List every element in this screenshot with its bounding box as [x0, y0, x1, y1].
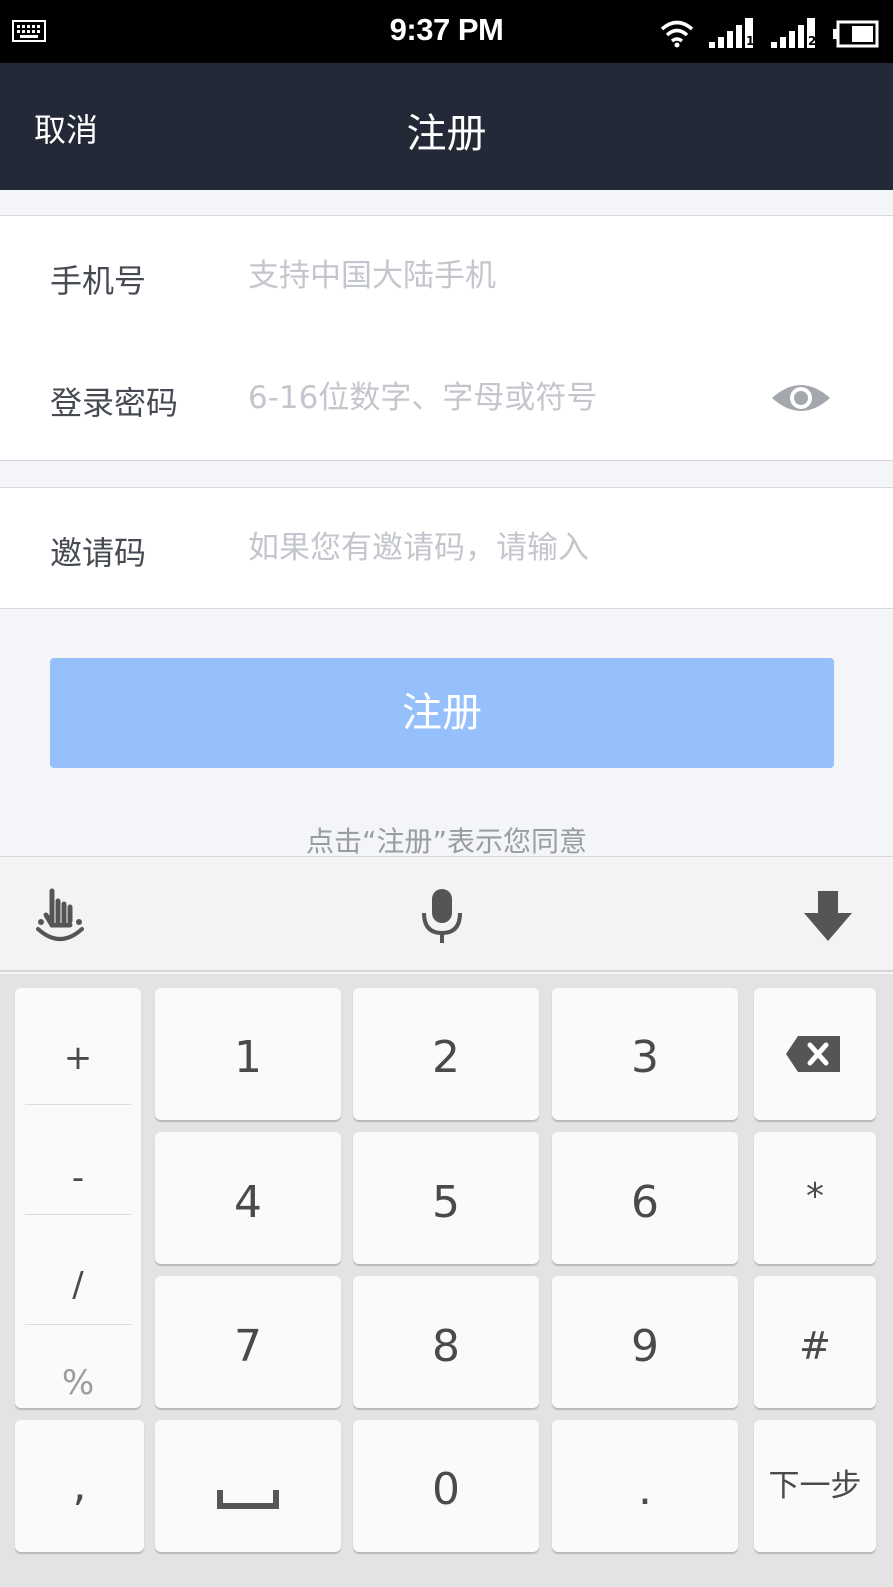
key-5[interactable]: 5: [353, 1132, 539, 1264]
password-label: 登录密码: [50, 384, 179, 422]
key-4[interactable]: 4: [155, 1132, 341, 1264]
nav-bar: 取消 注册: [0, 63, 893, 190]
next-key[interactable]: 下一步: [754, 1420, 876, 1552]
numeric-keyboard: + - / % 1 2 3 4 5 6 * 7 8 9 # , 0 . 下一步: [0, 974, 893, 1587]
key-2[interactable]: 2: [353, 988, 539, 1120]
svg-text:2: 2: [808, 34, 816, 48]
key-1[interactable]: 1: [155, 988, 341, 1120]
battery-icon: [833, 20, 879, 48]
key-comma[interactable]: ,: [15, 1420, 144, 1552]
key-6[interactable]: 6: [552, 1132, 738, 1264]
page-title: 注册: [406, 111, 487, 157]
key-percent[interactable]: %: [15, 1325, 141, 1430]
password-input[interactable]: [248, 368, 748, 428]
key-0[interactable]: 0: [353, 1420, 539, 1552]
password-row: 登录密码: [0, 338, 893, 460]
credentials-group: 手机号 登录密码: [0, 215, 893, 461]
keyboard-toolbar: [0, 856, 893, 972]
register-button[interactable]: 注册: [50, 658, 834, 768]
invite-row: 邀请码: [0, 488, 893, 610]
key-hash[interactable]: #: [754, 1276, 876, 1408]
key-8[interactable]: 8: [353, 1276, 539, 1408]
signal-sim1-icon: 1: [709, 18, 754, 48]
key-3[interactable]: 3: [552, 988, 738, 1120]
wifi-icon: [660, 20, 694, 48]
key-dot[interactable]: .: [552, 1420, 738, 1552]
eye-icon[interactable]: [770, 378, 832, 418]
invite-input[interactable]: [248, 518, 748, 578]
hide-keyboard-icon[interactable]: [800, 887, 856, 945]
key-slash[interactable]: /: [15, 1215, 141, 1320]
phone-label: 手机号: [50, 262, 147, 300]
space-icon: [217, 1490, 279, 1509]
invite-label: 邀请码: [50, 534, 147, 572]
microphone-icon[interactable]: [414, 887, 470, 945]
key-star[interactable]: *: [754, 1132, 876, 1264]
agreement-text: 点击“注册”表示您同意: [305, 825, 587, 856]
key-7[interactable]: 7: [155, 1276, 341, 1408]
space-key[interactable]: [155, 1420, 341, 1552]
key-9[interactable]: 9: [552, 1276, 738, 1408]
signal-sim2-icon: 2: [771, 18, 816, 48]
status-bar: 9:37 PM 1 2: [0, 0, 893, 63]
key-minus[interactable]: -: [15, 1105, 141, 1210]
phone-input[interactable]: [248, 246, 748, 306]
handwriting-icon[interactable]: [32, 887, 88, 945]
backspace-icon: [786, 1036, 840, 1072]
phone-row: 手机号: [0, 216, 893, 338]
invite-group: 邀请码: [0, 487, 893, 609]
svg-text:1: 1: [746, 34, 754, 48]
key-plus[interactable]: +: [15, 988, 141, 1093]
backspace-key[interactable]: [754, 988, 876, 1120]
symbol-column: + - / %: [15, 988, 141, 1408]
